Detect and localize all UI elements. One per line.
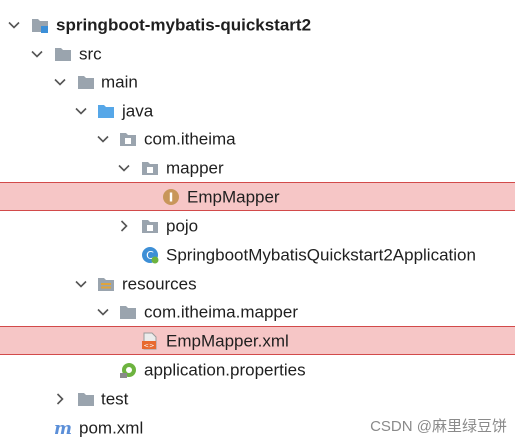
tree-item-pojo[interactable]: pojo bbox=[0, 211, 515, 240]
chevron-down-icon[interactable] bbox=[74, 277, 88, 291]
test-label: test bbox=[101, 389, 129, 408]
project-tree: springboot-mybatis-quickstart2 src main … bbox=[0, 0, 515, 445]
maven-icon: m bbox=[54, 419, 72, 437]
tree-item-emp-mapper-xml[interactable]: <> EmpMapper.xml bbox=[0, 326, 515, 355]
chevron-down-icon[interactable] bbox=[96, 132, 110, 146]
chevron-down-icon[interactable] bbox=[117, 161, 131, 175]
chevron-down-icon[interactable] bbox=[53, 75, 67, 89]
chevron-down-icon[interactable] bbox=[30, 47, 44, 61]
tree-item-main[interactable]: main bbox=[0, 67, 515, 96]
svg-text:m: m bbox=[54, 419, 72, 437]
spring-class-icon: C bbox=[142, 246, 159, 263]
properties-file-icon bbox=[120, 362, 136, 378]
main-label: main bbox=[101, 72, 138, 91]
tree-item-application-class[interactable]: C SpringbootMybatisQuickstart2Applicatio… bbox=[0, 240, 515, 269]
tree-item-package[interactable]: com.itheima bbox=[0, 124, 515, 153]
chevron-down-icon[interactable] bbox=[74, 104, 88, 118]
folder-icon bbox=[120, 305, 136, 319]
java-label: java bbox=[122, 101, 154, 120]
resources-folder-icon bbox=[98, 277, 114, 291]
resources-package-label: com.itheima.mapper bbox=[144, 302, 299, 321]
emp-mapper-label: EmpMapper bbox=[187, 187, 280, 206]
package-icon bbox=[120, 132, 136, 146]
folder-icon bbox=[55, 47, 71, 61]
module-folder-icon bbox=[32, 18, 48, 33]
tree-item-java[interactable]: java bbox=[0, 96, 515, 125]
folder-icon bbox=[78, 75, 94, 89]
chevron-right-icon[interactable] bbox=[117, 219, 131, 233]
tree-item-emp-mapper[interactable]: EmpMapper bbox=[0, 182, 515, 211]
project-root-label: springboot-mybatis-quickstart2 bbox=[56, 15, 312, 34]
chevron-right-icon[interactable] bbox=[53, 392, 67, 406]
pom-label: pom.xml bbox=[79, 418, 144, 437]
src-label: src bbox=[79, 44, 102, 63]
interface-icon bbox=[163, 188, 179, 205]
tree-item-mapper[interactable]: mapper bbox=[0, 153, 515, 182]
application-class-label: SpringbootMybatisQuickstart2Application bbox=[166, 245, 476, 264]
tree-item-project-root[interactable]: springboot-mybatis-quickstart2 bbox=[0, 10, 515, 39]
application-properties-label: application.properties bbox=[144, 360, 306, 379]
package-icon bbox=[142, 161, 158, 175]
source-folder-icon bbox=[98, 104, 114, 118]
xml-file-icon: <> bbox=[142, 332, 157, 349]
chevron-down-icon[interactable] bbox=[96, 305, 110, 319]
package-label: com.itheima bbox=[144, 129, 236, 148]
chevron-down-icon[interactable] bbox=[7, 18, 21, 32]
tree-item-test[interactable]: test bbox=[0, 384, 515, 413]
pojo-label: pojo bbox=[166, 216, 199, 235]
resources-label: resources bbox=[122, 274, 197, 293]
tree-item-application-properties[interactable]: application.properties bbox=[0, 355, 515, 384]
mapper-label: mapper bbox=[166, 158, 224, 177]
package-icon bbox=[142, 219, 158, 233]
svg-text:<>: <> bbox=[144, 341, 155, 349]
emp-mapper-xml-label: EmpMapper.xml bbox=[166, 331, 289, 350]
folder-icon bbox=[78, 392, 94, 406]
tree-item-resources[interactable]: resources bbox=[0, 269, 515, 298]
tree-item-src[interactable]: src bbox=[0, 39, 515, 68]
watermark: CSDN @麻里绿豆饼 bbox=[370, 418, 507, 435]
tree-item-resources-package[interactable]: com.itheima.mapper bbox=[0, 297, 515, 326]
